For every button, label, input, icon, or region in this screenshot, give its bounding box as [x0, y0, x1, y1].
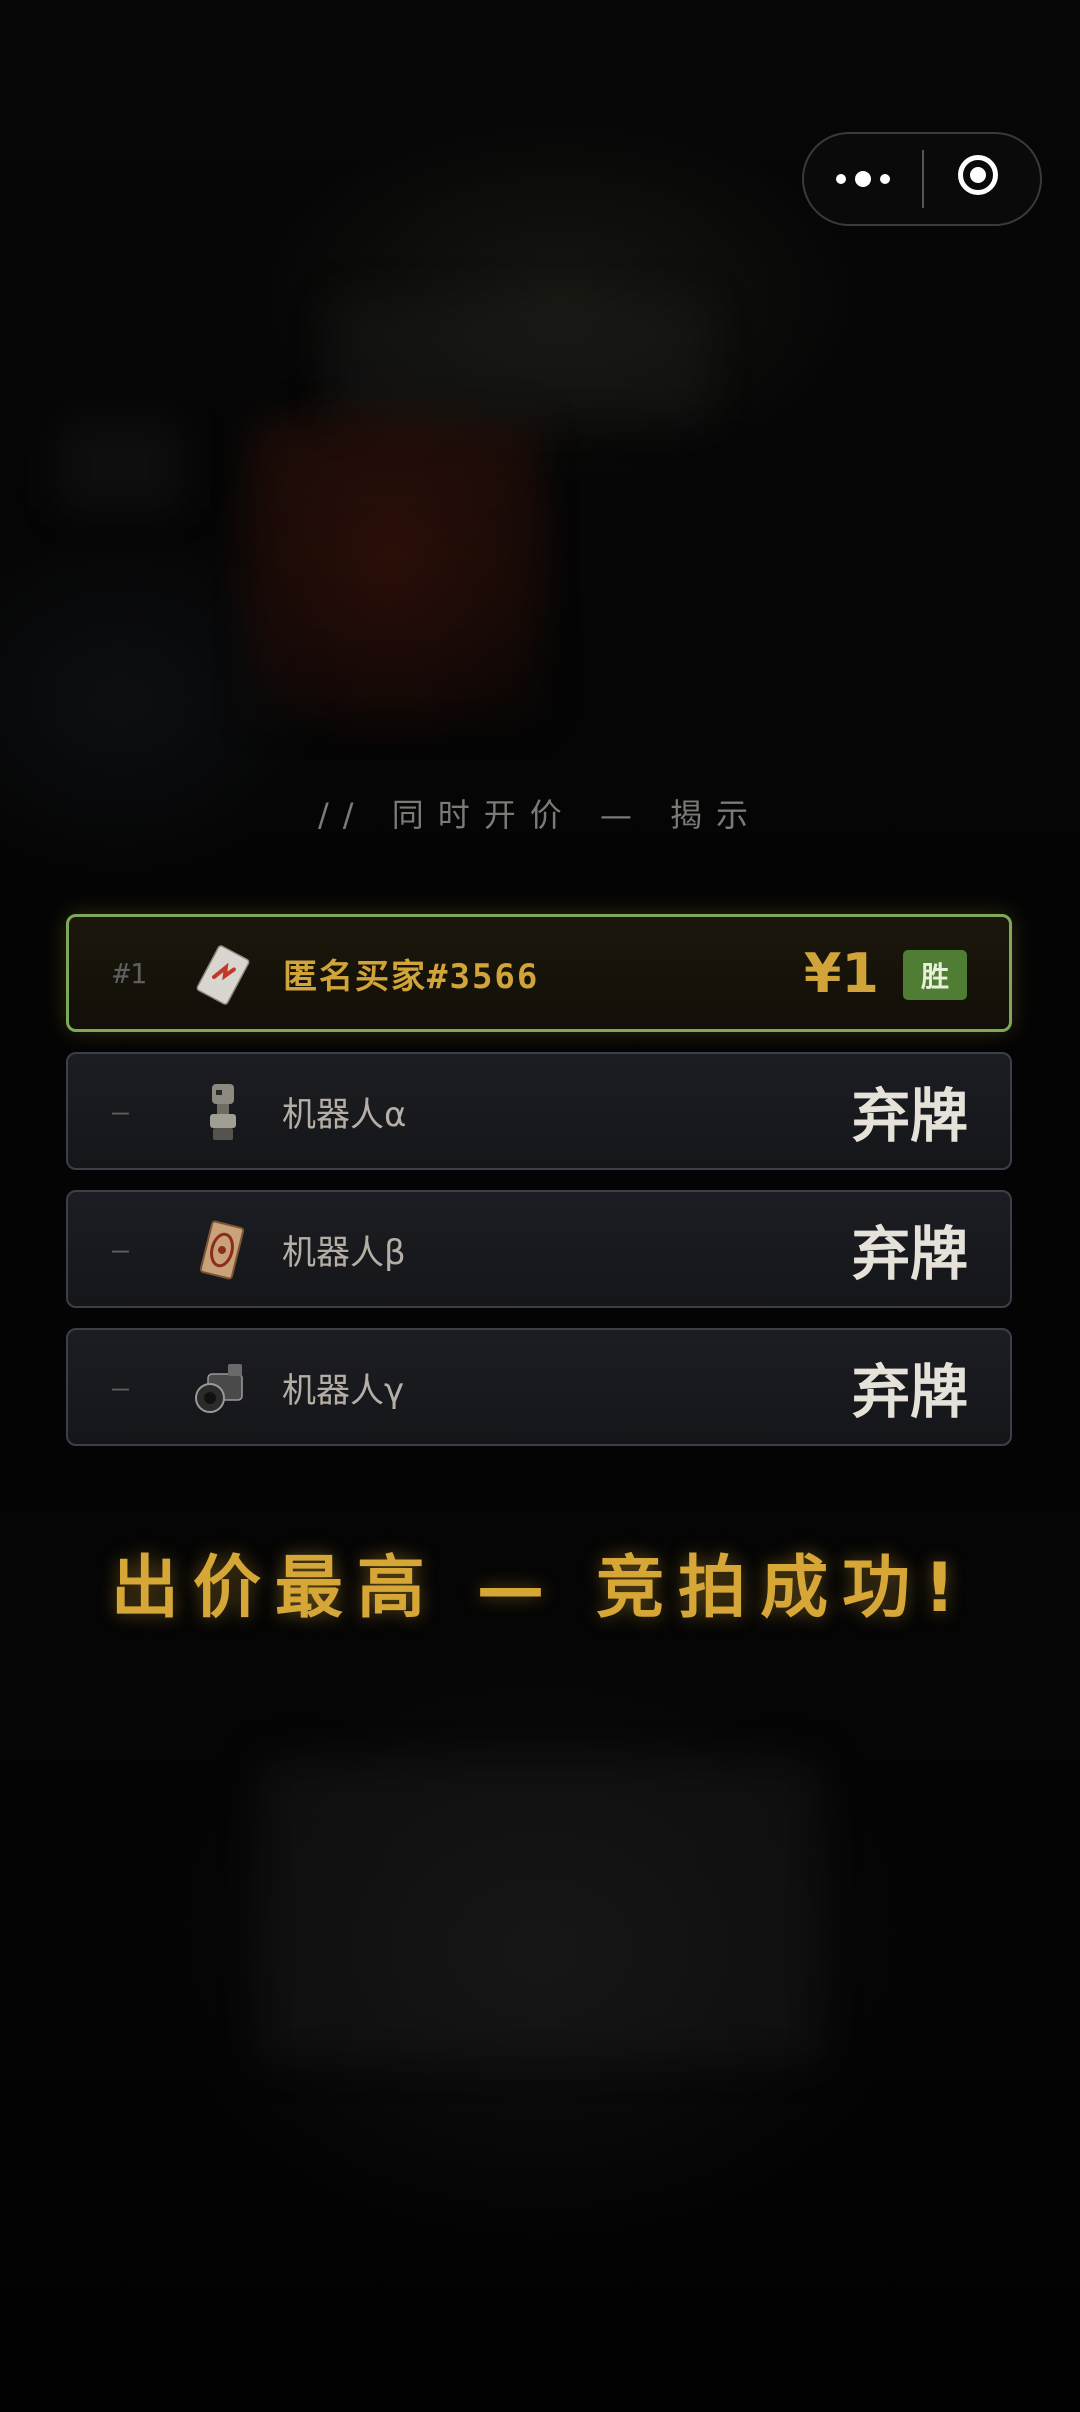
background-item: [60, 420, 180, 510]
bid-rank: —: [112, 1094, 129, 1128]
win-badge: 胜: [903, 950, 967, 1000]
bid-rank: #1: [113, 956, 147, 990]
card-icon: [196, 945, 250, 1005]
bidder-name: 机器人α: [282, 1094, 407, 1135]
fold-label: 弃牌: [851, 1082, 968, 1150]
bid-row: — 机器人α 弃牌: [66, 1052, 1012, 1170]
background-item: [260, 1760, 820, 2060]
background-shelf: [250, 420, 540, 720]
more-button[interactable]: [804, 134, 922, 224]
bid-row-winner: #1 匿名买家#3566 ¥1 胜: [66, 914, 1012, 1032]
fold-label: 弃牌: [851, 1220, 968, 1288]
close-button[interactable]: [924, 134, 1042, 224]
result-banner: 出价最高 — 竞拍成功!: [110, 1549, 970, 1628]
bidder-name: 匿名买家#3566: [283, 956, 540, 997]
miniprogram-capsule: [802, 132, 1042, 226]
robot-statue-icon: [210, 1084, 236, 1140]
fold-label: 弃牌: [851, 1358, 968, 1426]
bid-row: — 机器人γ 弃牌: [66, 1328, 1012, 1446]
ornate-card-icon: [199, 1220, 245, 1280]
bidder-name: 机器人γ: [282, 1370, 405, 1411]
background-item: [330, 300, 710, 420]
bid-row: — 机器人β 弃牌: [66, 1190, 1012, 1308]
reveal-header: // 同时开价 — 揭示: [317, 796, 763, 834]
camera-icon: [195, 1364, 243, 1413]
bidder-name: 机器人β: [282, 1232, 406, 1273]
bid-price: ¥1: [803, 941, 879, 1005]
bid-rank: —: [112, 1370, 129, 1404]
bid-rank: —: [112, 1232, 129, 1266]
